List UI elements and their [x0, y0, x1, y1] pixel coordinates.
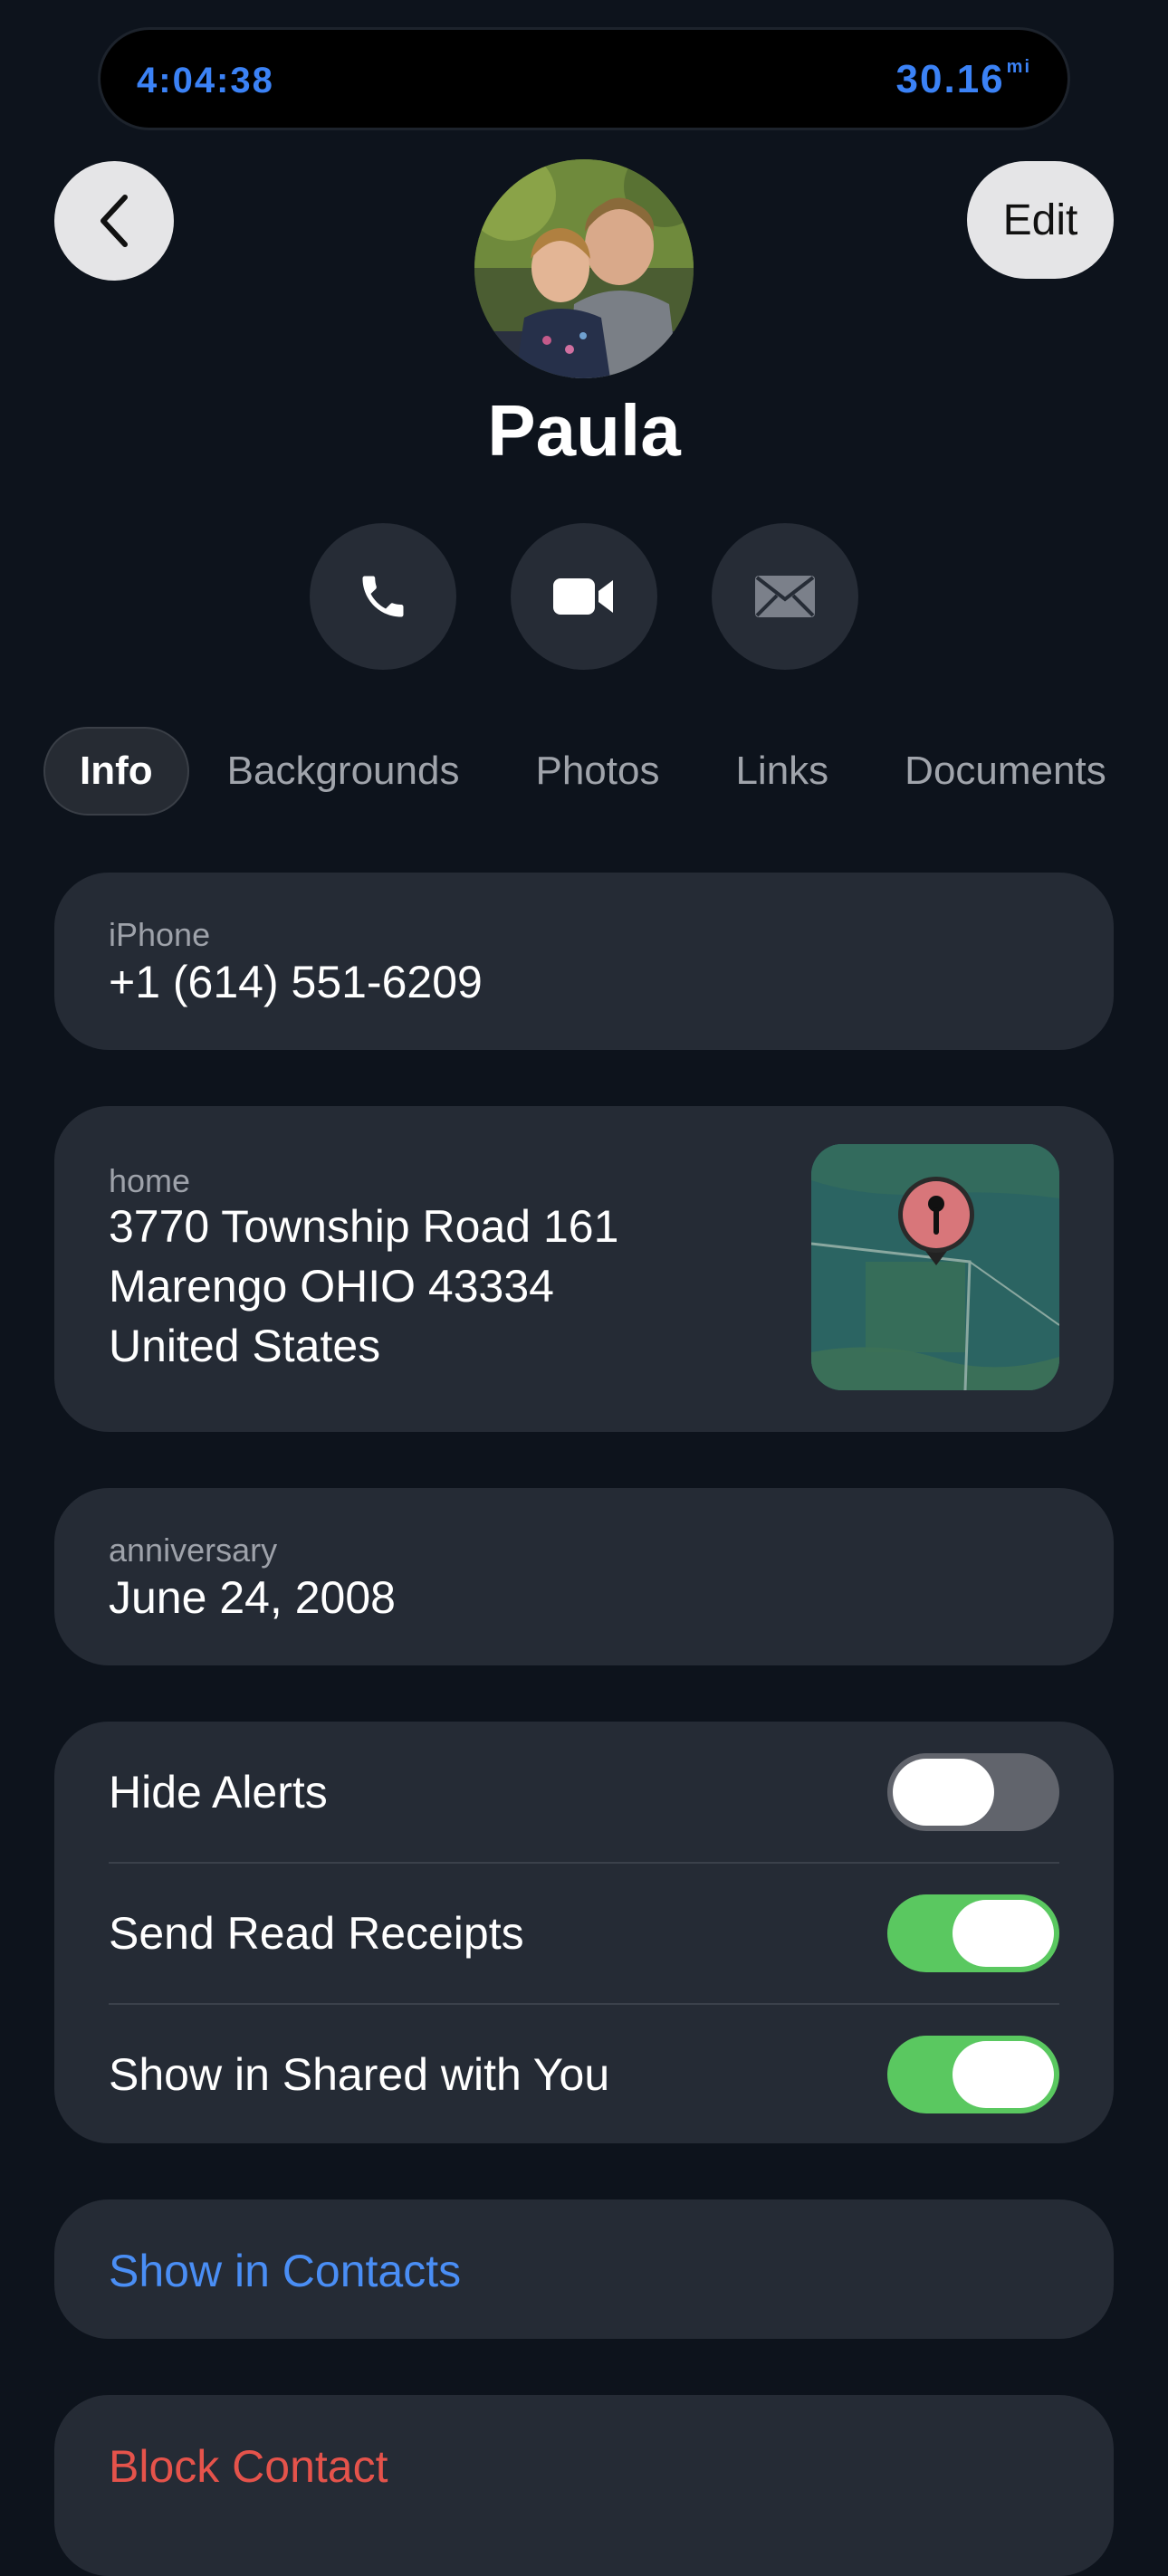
- address-card[interactable]: home 3770 Township Road 161 Marengo OHIO…: [54, 1106, 1114, 1432]
- address-label: home: [109, 1162, 191, 1199]
- read-receipts-label: Send Read Receipts: [109, 1908, 524, 1959]
- read-receipts-row: Send Read Receipts: [109, 1863, 1059, 2004]
- contact-name: Paula: [487, 390, 681, 471]
- video-camera-icon: [553, 578, 613, 615]
- back-button[interactable]: [54, 161, 174, 281]
- settings-card: Hide Alerts Send Read Receipts Show in S…: [54, 1722, 1114, 2143]
- phone-card[interactable]: iPhone +1 (614) 551-6209: [54, 873, 1114, 1050]
- shared-with-you-label: Show in Shared with You: [109, 2049, 610, 2100]
- address-map-thumbnail[interactable]: [811, 1144, 1059, 1390]
- trip-distance: 30.16 mi: [895, 57, 1031, 101]
- anniversary-card[interactable]: anniversary June 24, 2008: [54, 1488, 1114, 1665]
- envelope-icon: [755, 576, 815, 617]
- anniversary-label: anniversary: [109, 1531, 278, 1569]
- shared-with-you-row: Show in Shared with You: [109, 2004, 1059, 2145]
- video-call-button[interactable]: [511, 523, 657, 670]
- chevron-left-icon: [101, 195, 128, 247]
- avatar[interactable]: [474, 159, 694, 378]
- anniversary-date: June 24, 2008: [109, 1572, 396, 1623]
- tab-backgrounds[interactable]: Backgrounds: [189, 727, 498, 816]
- shared-with-you-toggle[interactable]: [887, 2036, 1059, 2113]
- tab-documents[interactable]: Documents: [866, 727, 1144, 816]
- trip-time: 4:04:38: [137, 61, 274, 100]
- mail-button[interactable]: [712, 523, 858, 670]
- phone-label: iPhone: [109, 916, 211, 953]
- tab-photos[interactable]: Photos: [497, 727, 697, 816]
- tab-links[interactable]: Links: [697, 727, 866, 816]
- tab-bar: Info Backgrounds Photos Links Documents: [43, 726, 1144, 816]
- edit-button[interactable]: Edit: [967, 161, 1114, 279]
- hide-alerts-label: Hide Alerts: [109, 1767, 328, 1818]
- read-receipts-toggle[interactable]: [887, 1894, 1059, 1972]
- block-contact-button[interactable]: Block Contact: [109, 2440, 388, 2493]
- address-line-3: United States: [109, 1321, 381, 1371]
- status-island: 4:04:38 30.16 mi: [98, 27, 1070, 130]
- show-in-contacts-card[interactable]: Show in Contacts: [54, 2199, 1114, 2339]
- phone-icon: [362, 576, 404, 617]
- show-in-contacts-link[interactable]: Show in Contacts: [109, 2245, 461, 2297]
- map-pin-icon: [898, 1177, 974, 1265]
- block-contact-card[interactable]: Block Contact: [54, 2395, 1114, 2576]
- phone-number: +1 (614) 551-6209: [109, 957, 483, 1007]
- call-button[interactable]: [310, 523, 456, 670]
- hide-alerts-toggle[interactable]: [887, 1753, 1059, 1831]
- address-line-2: Marengo OHIO 43334: [109, 1261, 554, 1312]
- address-line-1: 3770 Township Road 161: [109, 1201, 619, 1252]
- tab-info[interactable]: Info: [43, 727, 189, 816]
- hide-alerts-row: Hide Alerts: [109, 1722, 1059, 1863]
